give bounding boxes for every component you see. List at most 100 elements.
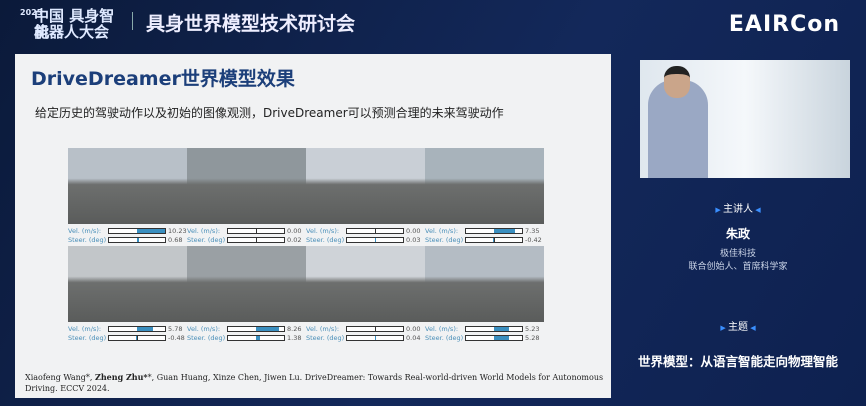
bar-fill bbox=[492, 237, 494, 242]
steer-bar bbox=[227, 334, 285, 341]
arrow-left-icon: ◀ bbox=[753, 206, 761, 214]
steer-bar bbox=[465, 236, 523, 243]
vel-value: 7.35 bbox=[525, 226, 540, 235]
vel-value: 8.26 bbox=[287, 324, 302, 333]
steer-label: Steer. (deg) bbox=[306, 333, 345, 342]
bar-center-tick bbox=[256, 236, 257, 243]
driving-frame bbox=[306, 148, 425, 224]
talk-topic: 世界模型：从语言智能走向物理智能 bbox=[637, 354, 838, 369]
vel-bar bbox=[465, 227, 523, 234]
steer-value: -0.42 bbox=[525, 235, 542, 244]
vel-label: Vel. (m/s): bbox=[425, 324, 459, 333]
bar-fill bbox=[137, 228, 165, 233]
steer-value: 1.38 bbox=[287, 333, 302, 342]
bar-center-tick bbox=[375, 236, 376, 243]
action-readout: Vel. (m/s): 0.00 Steer. (deg) 0.03 bbox=[306, 224, 425, 246]
vel-bar bbox=[227, 227, 285, 234]
bar-fill bbox=[494, 335, 509, 340]
action-readout: Vel. (m/s): 0.00 Steer. (deg) 0.04 bbox=[306, 322, 425, 344]
vel-label: Vel. (m/s): bbox=[187, 226, 221, 235]
bar-fill bbox=[494, 228, 515, 233]
steer-value: 0.68 bbox=[168, 235, 183, 244]
action-readout: Vel. (m/s): 10.23 Steer. (deg) 0.68 bbox=[68, 224, 187, 246]
speaker-heading: 主讲人 bbox=[723, 204, 753, 215]
action-readout: Vel. (m/s): 7.35 Steer. (deg) -0.42 bbox=[425, 224, 544, 246]
vel-bar bbox=[108, 227, 166, 234]
steer-label: Steer. (deg) bbox=[187, 235, 226, 244]
vel-bar bbox=[346, 227, 404, 234]
speaker-head bbox=[664, 66, 690, 98]
vel-value: 10.23 bbox=[168, 226, 187, 235]
steer-label: Steer. (deg) bbox=[68, 235, 107, 244]
bar-fill bbox=[137, 237, 139, 242]
steer-bar bbox=[108, 236, 166, 243]
bar-center-tick bbox=[375, 227, 376, 234]
vel-bar bbox=[346, 325, 404, 332]
steer-value: 0.04 bbox=[406, 333, 421, 342]
bar-center-tick bbox=[494, 236, 495, 243]
vel-bar bbox=[108, 325, 166, 332]
bar-fill bbox=[256, 326, 280, 331]
driving-frame bbox=[187, 246, 306, 322]
steer-value: 5.28 bbox=[525, 333, 540, 342]
action-readout: Vel. (m/s): 8.26 Steer. (deg) 1.38 bbox=[187, 322, 306, 344]
topic-heading: 主题 bbox=[728, 322, 748, 333]
divider bbox=[132, 12, 133, 30]
bar-fill bbox=[494, 326, 509, 331]
brand-logo: EAIRCon bbox=[728, 12, 840, 37]
vel-label: Vel. (m/s): bbox=[68, 226, 102, 235]
vel-value: 5.23 bbox=[525, 324, 540, 333]
vel-label: Vel. (m/s): bbox=[306, 324, 340, 333]
arrow-right-icon: ▶ bbox=[720, 324, 728, 332]
speaker-panel: ▶ 主讲人 ◀ 朱政 极佳科技 联合创始人、首席科学家 ▶ 主题 ◀ bbox=[614, 190, 862, 333]
steer-bar bbox=[346, 236, 404, 243]
vel-label: Vel. (m/s): bbox=[425, 226, 459, 235]
steer-label: Steer. (deg) bbox=[68, 333, 107, 342]
steer-bar bbox=[465, 334, 523, 341]
bar-center-tick bbox=[256, 227, 257, 234]
driving-frame bbox=[425, 148, 544, 224]
vel-bar bbox=[465, 325, 523, 332]
action-readout: Vel. (m/s): 5.78 Steer. (deg) -0.48 bbox=[68, 322, 187, 344]
speaker-org: 极佳科技 bbox=[719, 249, 756, 259]
slide-subtitle: 给定历史的驾驶动作以及初始的图像观测，DriveDreamer可以预测合理的未来… bbox=[35, 106, 504, 120]
slide-title: DriveDreamer世界模型效果 bbox=[31, 68, 295, 90]
bar-center-tick bbox=[137, 334, 138, 341]
action-readout: Vel. (m/s): 0.00 Steer. (deg) 0.02 bbox=[187, 224, 306, 246]
steer-label: Steer. (deg) bbox=[425, 333, 464, 342]
driving-frame bbox=[187, 148, 306, 224]
bar-fill bbox=[256, 335, 260, 340]
arrow-right-icon: ▶ bbox=[715, 206, 723, 214]
vel-bar bbox=[227, 325, 285, 332]
vel-value: 5.78 bbox=[168, 324, 183, 333]
steer-label: Steer. (deg) bbox=[425, 235, 464, 244]
bar-center-tick bbox=[375, 325, 376, 332]
steer-value: -0.48 bbox=[168, 333, 185, 342]
steer-bar bbox=[346, 334, 404, 341]
bar-center-tick bbox=[375, 334, 376, 341]
event-logo: 2025 中国 具身智能 机器人大会 bbox=[20, 7, 115, 41]
action-readout: Vel. (m/s): 5.23 Steer. (deg) 5.28 bbox=[425, 322, 544, 344]
vel-value: 0.00 bbox=[406, 324, 421, 333]
steer-label: Steer. (deg) bbox=[187, 333, 226, 342]
frame-row bbox=[68, 148, 544, 224]
vel-value: 0.00 bbox=[287, 226, 302, 235]
frame-row bbox=[68, 246, 544, 322]
citation: Xiaofeng Wang*, Zheng Zhu**, Guan Huang,… bbox=[25, 372, 604, 393]
steer-value: 0.03 bbox=[406, 235, 421, 244]
slide: DriveDreamer世界模型效果 给定历史的驾驶动作以及初始的图像观测，Dr… bbox=[15, 54, 611, 398]
bar-fill bbox=[135, 335, 137, 340]
driving-frame bbox=[425, 246, 544, 322]
driving-frame bbox=[306, 246, 425, 322]
bar-fill bbox=[137, 326, 154, 331]
steer-bar bbox=[227, 236, 285, 243]
steer-value: 0.02 bbox=[287, 235, 302, 244]
steer-label: Steer. (deg) bbox=[306, 235, 345, 244]
steer-bar bbox=[108, 334, 166, 341]
speaker-video bbox=[640, 60, 850, 178]
speaker-name: 朱政 bbox=[725, 227, 750, 241]
vel-label: Vel. (m/s): bbox=[187, 324, 221, 333]
conference-title: 具身世界模型技术研讨会 bbox=[146, 13, 356, 35]
speaker-role: 联合创始人、首席科学家 bbox=[688, 262, 788, 272]
vel-label: Vel. (m/s): bbox=[306, 226, 340, 235]
